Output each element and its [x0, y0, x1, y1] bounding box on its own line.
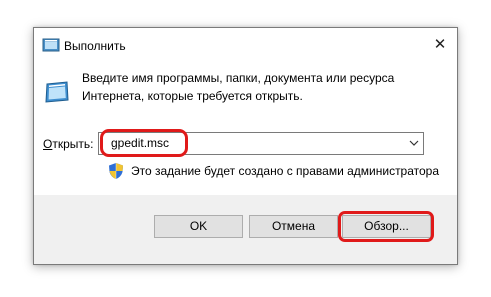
open-label-text: ткрыть: [52, 137, 94, 151]
open-label: Открыть: [43, 137, 93, 151]
uac-shield-icon [109, 163, 123, 179]
run-dialog: Выполнить ✕ Введите имя программы, папки… [33, 27, 458, 265]
chevron-down-icon[interactable] [409, 139, 419, 147]
cancel-button[interactable]: Отмена [249, 215, 338, 238]
close-button[interactable]: ✕ [427, 34, 453, 56]
open-input[interactable] [111, 136, 391, 150]
browse-button[interactable]: Обзор... [342, 215, 431, 238]
run-icon [42, 38, 60, 52]
window-title: Выполнить [64, 39, 126, 53]
admin-note: Это задание будет создано с правами адми… [131, 164, 440, 178]
open-label-accelerator: О [43, 137, 53, 151]
run-description: Введите имя программы, папки, документа … [82, 71, 395, 103]
open-combobox[interactable] [98, 132, 424, 155]
close-icon: ✕ [433, 36, 447, 53]
title-bar[interactable]: Выполнить ✕ [34, 28, 457, 61]
run-program-icon [45, 81, 69, 103]
ok-button[interactable]: OK [154, 215, 243, 238]
